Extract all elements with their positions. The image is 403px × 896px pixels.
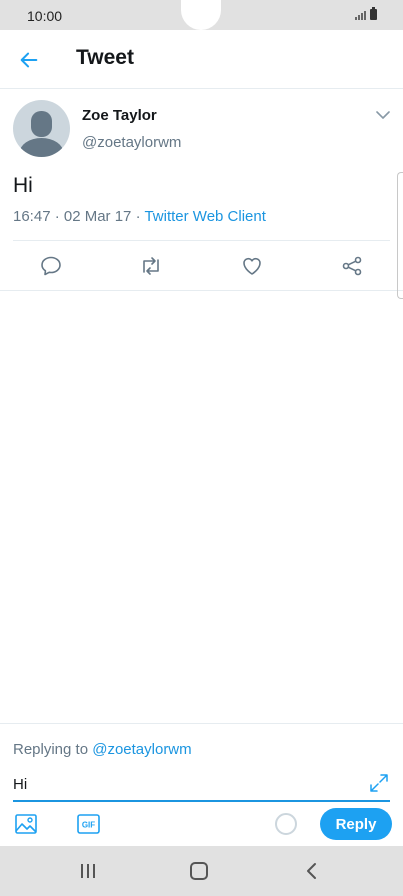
tweet-author-name[interactable]: Zoe Taylor xyxy=(82,107,157,124)
battery-icon xyxy=(370,7,377,20)
replying-to-mention[interactable]: @zoetaylorwm xyxy=(92,741,191,758)
character-counter xyxy=(275,813,297,835)
arrow-left-icon[interactable] xyxy=(18,49,40,71)
status-time: 10:00 xyxy=(27,8,63,24)
edge-panel-handle[interactable] xyxy=(397,172,403,299)
comment-icon[interactable] xyxy=(39,254,63,278)
tweet-actions xyxy=(0,246,403,290)
retweet-icon[interactable] xyxy=(139,254,163,278)
share-icon[interactable] xyxy=(340,254,364,278)
camera-notch xyxy=(181,0,221,30)
replying-to-label: Replying to xyxy=(13,741,93,758)
tweet-text: Hi xyxy=(13,174,33,197)
expand-icon[interactable] xyxy=(368,772,390,794)
divider xyxy=(0,290,403,291)
divider xyxy=(13,240,390,241)
nav-back-icon[interactable] xyxy=(304,861,320,881)
app-bar: Tweet xyxy=(0,30,403,89)
image-icon[interactable] xyxy=(13,812,39,836)
default-avatar-icon xyxy=(13,100,70,157)
avatar[interactable] xyxy=(13,100,70,157)
input-underline xyxy=(13,800,390,802)
replying-to: Replying to @zoetaylorwm xyxy=(13,741,192,758)
reply-composer: Replying to @zoetaylorwm GIF Reply xyxy=(0,723,403,847)
reply-button[interactable]: Reply xyxy=(320,808,392,840)
tweet-source-link[interactable]: Twitter Web Client xyxy=(144,208,265,225)
page-title: Tweet xyxy=(76,46,134,69)
chevron-down-icon[interactable] xyxy=(376,110,390,120)
signal-icon xyxy=(355,11,366,20)
recents-icon[interactable] xyxy=(78,861,98,881)
status-bar: 10:00 xyxy=(0,0,403,30)
reply-input[interactable] xyxy=(13,776,343,793)
heart-icon[interactable] xyxy=(240,254,264,278)
tweet-datetime: 16:47 · 02 Mar 17 · xyxy=(13,208,145,225)
tweet-meta: 16:47 · 02 Mar 17 · Twitter Web Client xyxy=(13,208,266,225)
status-icons xyxy=(355,7,377,20)
navigation-bar xyxy=(0,846,403,896)
gif-icon[interactable]: GIF xyxy=(77,814,100,834)
tweet-author-handle[interactable]: @zoetaylorwm xyxy=(82,134,181,151)
gif-label: GIF xyxy=(82,821,95,830)
home-icon[interactable] xyxy=(189,861,209,881)
